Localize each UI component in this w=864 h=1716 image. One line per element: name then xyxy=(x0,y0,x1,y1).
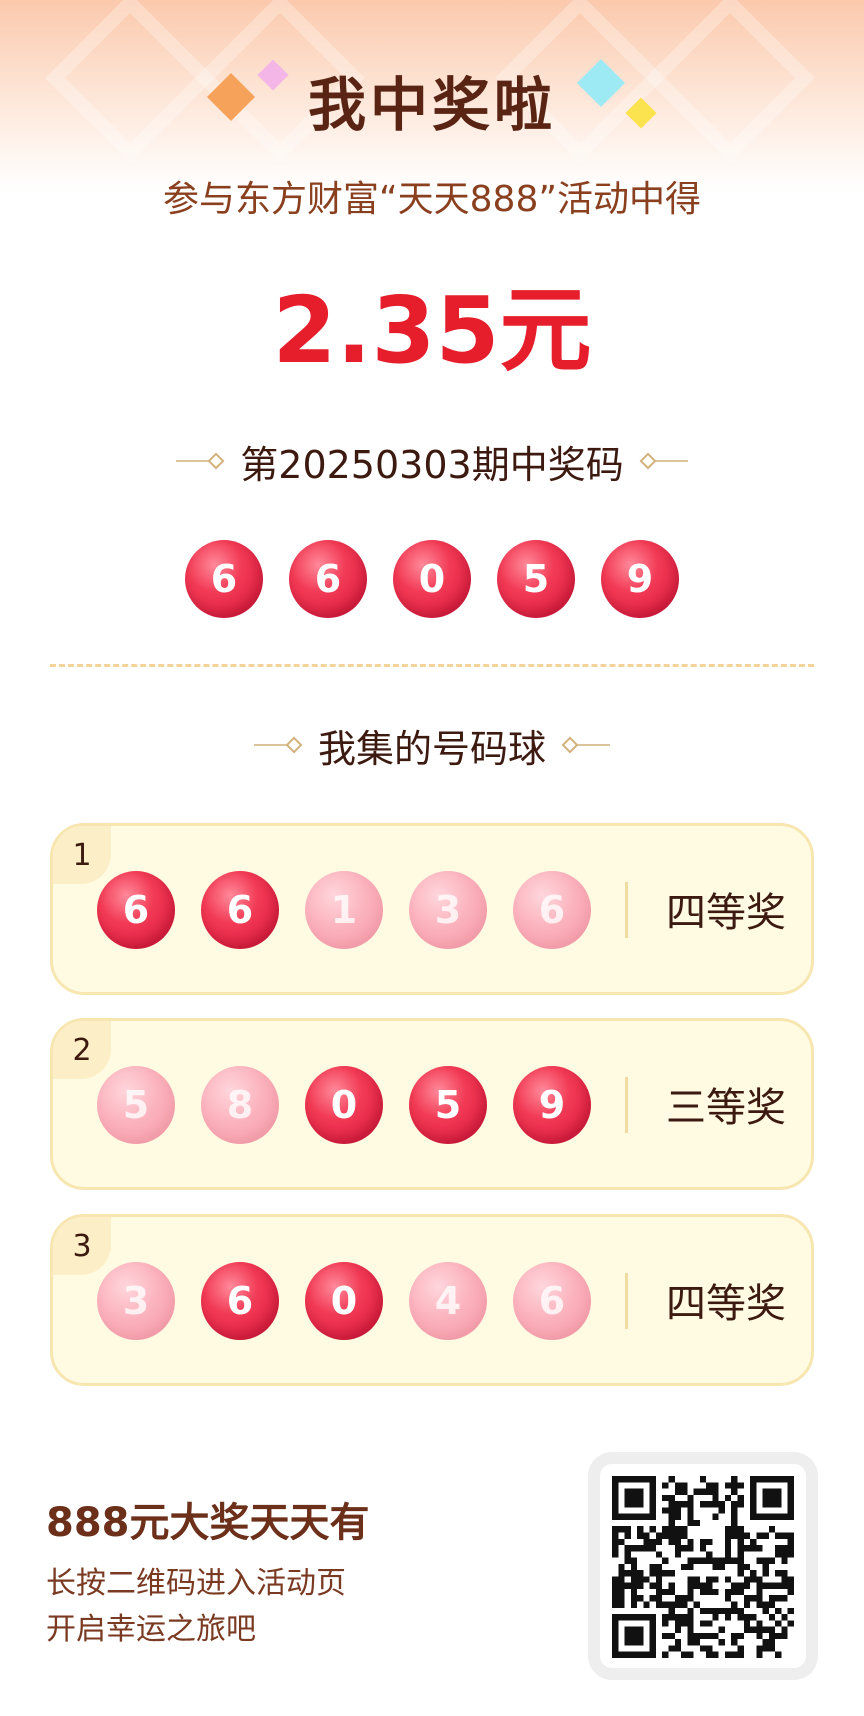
number-ball: 4 xyxy=(409,1262,487,1340)
ornament-left-icon xyxy=(176,452,225,470)
number-ball: 8 xyxy=(201,1066,279,1144)
ornament-left-icon xyxy=(253,736,303,754)
number-ball: 6 xyxy=(513,871,591,949)
ornament-right-icon xyxy=(639,452,688,470)
qr-code[interactable] xyxy=(588,1452,818,1680)
winning-ball: 9 xyxy=(601,540,679,618)
number-ball: 3 xyxy=(409,871,487,949)
winning-numbers: 6 6 0 5 9 xyxy=(185,540,679,618)
number-ball: 5 xyxy=(97,1066,175,1144)
number-ball: 6 xyxy=(97,871,175,949)
dashed-divider xyxy=(50,664,814,667)
winning-ball: 0 xyxy=(393,540,471,618)
ticket-balls: 5 8 0 5 9 xyxy=(97,1066,591,1144)
winning-ball: 6 xyxy=(185,540,263,618)
prize-separator xyxy=(625,1077,628,1133)
page-title: 我中奖啦 xyxy=(307,71,556,139)
number-ball: 9 xyxy=(513,1066,591,1144)
number-ball: 5 xyxy=(409,1066,487,1144)
qr-code-inner xyxy=(600,1464,806,1668)
collected-balls-heading: 我集的号码球 xyxy=(0,720,864,771)
number-ball: 0 xyxy=(305,1066,383,1144)
prize-level: 三等奖 xyxy=(666,1085,786,1131)
prize-amount: 2.35元 xyxy=(272,277,592,384)
winning-ball: 5 xyxy=(497,540,575,618)
prize-level: 四等奖 xyxy=(666,1281,786,1327)
number-ball: 6 xyxy=(513,1262,591,1340)
number-ball: 1 xyxy=(305,871,383,949)
ticket-card: 1 6 6 1 3 6 四等奖 xyxy=(50,823,814,995)
activity-subtitle: 参与东方财富“天天888”活动中得 xyxy=(162,179,701,220)
collected-balls-heading-text: 我集的号码球 xyxy=(317,726,546,771)
number-ball: 6 xyxy=(201,1262,279,1340)
ticket-card: 3 3 6 0 4 6 四等奖 xyxy=(50,1214,814,1386)
ornament-right-icon xyxy=(561,736,610,754)
winning-numbers-heading-text: 第20250303期中奖码 xyxy=(240,442,624,487)
winning-ball: 6 xyxy=(289,540,367,618)
promo-title: 888元大奖天天有 xyxy=(46,1500,370,1546)
ticket-balls: 6 6 1 3 6 xyxy=(97,871,591,949)
prize-separator xyxy=(625,1273,628,1329)
ticket-card: 2 5 8 0 5 9 三等奖 xyxy=(50,1018,814,1190)
number-ball: 6 xyxy=(201,871,279,949)
prize-separator xyxy=(625,882,628,938)
qr-code-icon xyxy=(612,1476,794,1658)
promo-instruction: 长按二维码进入活动页 xyxy=(46,1566,346,1601)
promo-tagline: 开启幸运之旅吧 xyxy=(46,1612,256,1647)
number-ball: 3 xyxy=(97,1262,175,1340)
winning-numbers-heading: 第20250303期中奖码 xyxy=(0,436,864,487)
ticket-balls: 3 6 0 4 6 xyxy=(97,1262,591,1340)
number-ball: 0 xyxy=(305,1262,383,1340)
prize-level: 四等奖 xyxy=(666,890,786,936)
